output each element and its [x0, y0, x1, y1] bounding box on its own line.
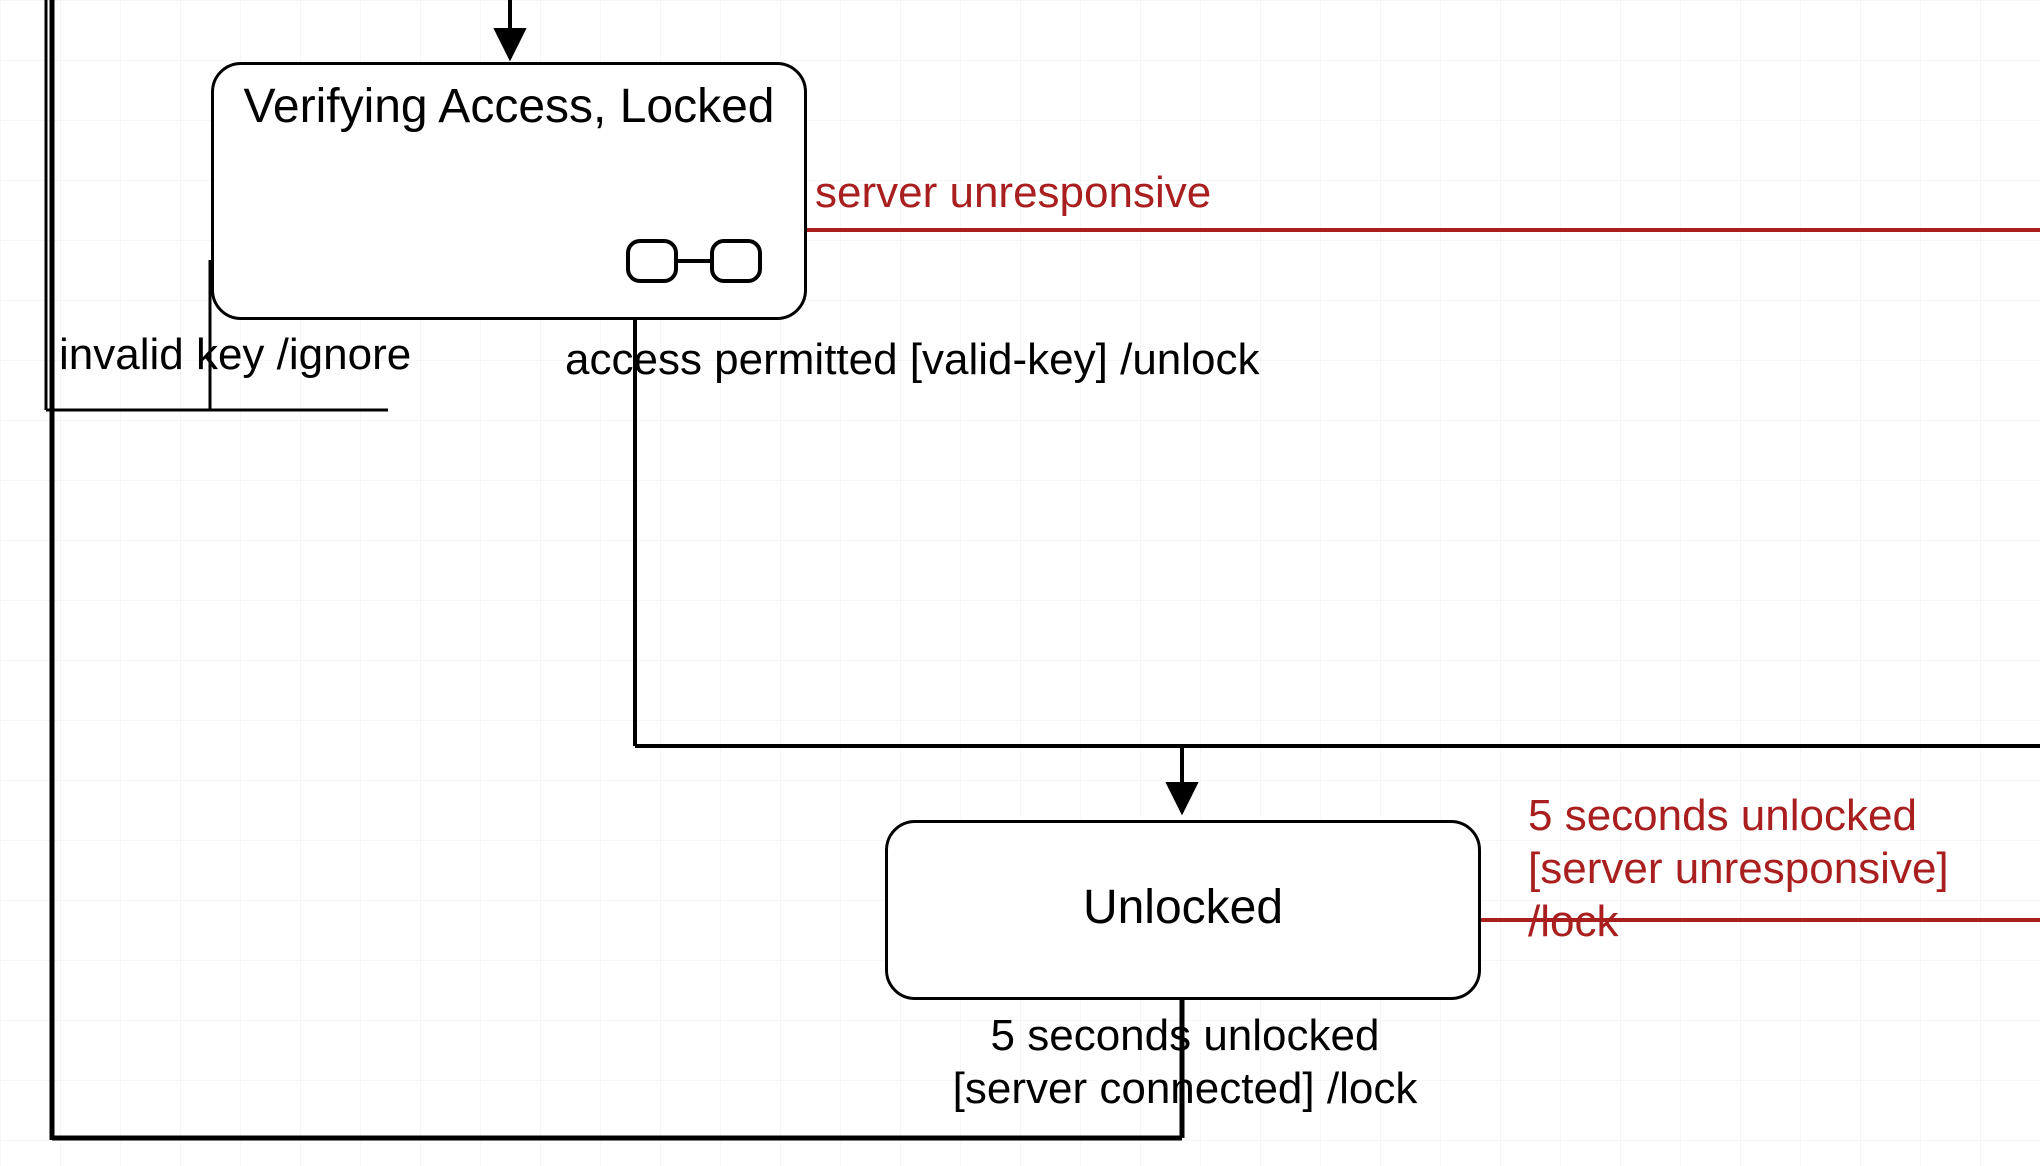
- label-invalid-key: invalid key /ignore: [59, 330, 411, 380]
- label-five-sec-connected: 5 seconds unlocked[server connected] /lo…: [940, 1010, 1430, 1116]
- state-unlocked: Unlocked: [885, 820, 1481, 1000]
- state-verifying-title: Verifying Access, Locked: [244, 79, 775, 134]
- state-verifying-access: Verifying Access, Locked: [211, 62, 807, 320]
- composite-state-icon: [624, 231, 764, 291]
- label-access-permitted: access permitted [valid-key] /unlock: [565, 335, 1260, 385]
- label-five-sec-unresponsive: 5 seconds unlocked[server unresponsive] …: [1528, 790, 2040, 948]
- label-server-unresponsive: server unresponsive: [815, 168, 1211, 218]
- state-unlocked-title: Unlocked: [1083, 880, 1283, 935]
